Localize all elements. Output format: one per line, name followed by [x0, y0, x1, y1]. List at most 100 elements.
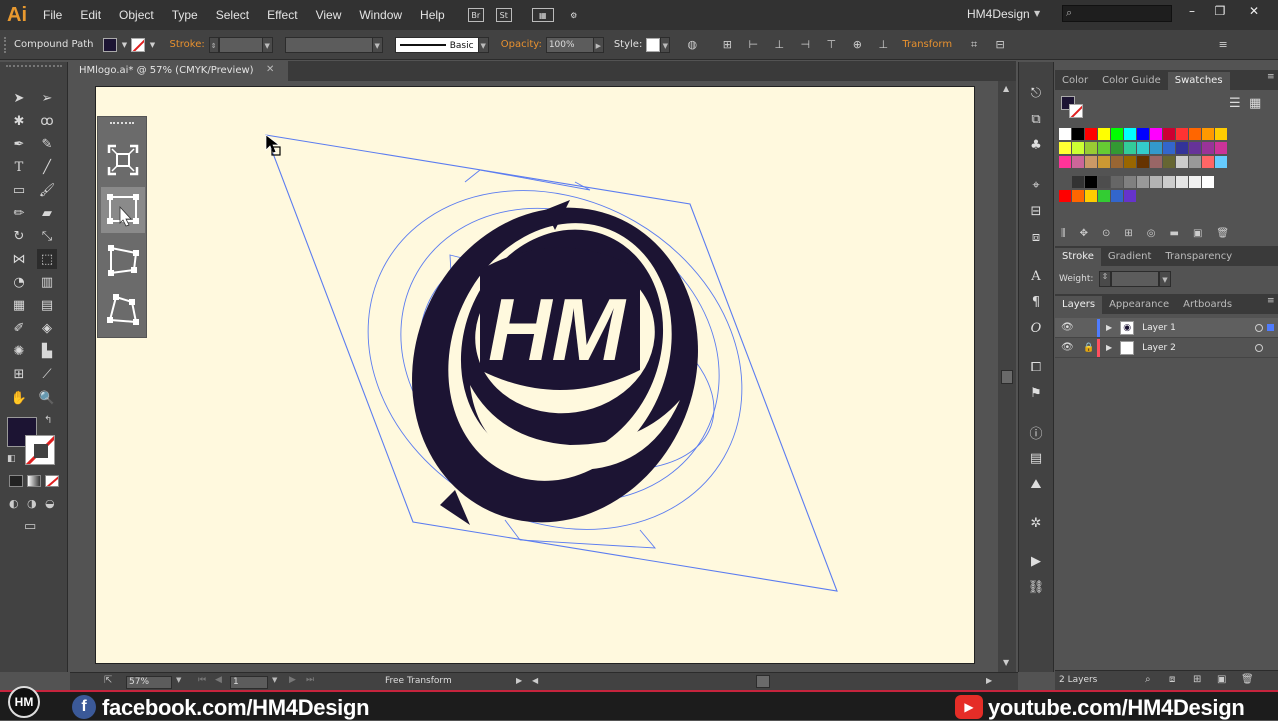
panel-menu-icon[interactable]: ≡: [1267, 72, 1275, 82]
tab-artboards[interactable]: Artboards: [1176, 296, 1239, 314]
panel-menu-icon[interactable]: ≡: [1215, 38, 1231, 52]
tab-swatches[interactable]: Swatches: [1167, 72, 1230, 90]
new-group-icon[interactable]: ▬: [1170, 228, 1179, 244]
libraries-icon[interactable]: ⧉: [1027, 110, 1045, 128]
color-swatch[interactable]: [1150, 156, 1162, 168]
pathfinder-icon[interactable]: ⧈: [1027, 228, 1045, 246]
color-swatch[interactable]: [1098, 142, 1110, 154]
color-swatch[interactable]: [1098, 128, 1110, 140]
color-swatch[interactable]: [1059, 156, 1071, 168]
color-swatch[interactable]: [1163, 128, 1175, 140]
color-swatch[interactable]: [1189, 142, 1201, 154]
color-swatch[interactable]: [1111, 128, 1123, 140]
tab-color-guide[interactable]: Color Guide: [1095, 72, 1168, 90]
visibility-eye-icon[interactable]: 👁: [1061, 322, 1075, 333]
chevron-down-icon[interactable]: ▼: [272, 676, 277, 684]
align-icon[interactable]: ⊟: [1027, 202, 1045, 220]
scroll-up-icon[interactable]: ▲: [1003, 84, 1009, 93]
free-transform-icon[interactable]: [101, 187, 145, 233]
color-swatch[interactable]: [1111, 176, 1123, 188]
zoom-level-field[interactable]: 57%: [126, 676, 172, 689]
color-swatch[interactable]: [1137, 142, 1149, 154]
constrain-icon[interactable]: [101, 137, 145, 183]
delete-swatch-icon[interactable]: 🗑: [1216, 228, 1229, 244]
color-swatch[interactable]: [1215, 156, 1227, 168]
color-swatch[interactable]: [1202, 128, 1214, 140]
tab-stroke[interactable]: Stroke: [1055, 248, 1101, 266]
color-swatch[interactable]: [1059, 190, 1071, 202]
target-icon[interactable]: [1255, 323, 1263, 332]
close-window-button[interactable]: ✕: [1245, 4, 1263, 18]
symbols-icon[interactable]: ♣: [1027, 136, 1045, 154]
layer-name[interactable]: Layer 1: [1142, 323, 1176, 333]
color-swatch[interactable]: [1189, 128, 1201, 140]
color-swatch[interactable]: [1163, 142, 1175, 154]
status-menu-icon[interactable]: ▶: [516, 676, 522, 685]
character-icon[interactable]: A: [1027, 267, 1045, 285]
weight-stepper[interactable]: ⇕: [1099, 271, 1111, 287]
tab-layers[interactable]: Layers: [1055, 296, 1103, 314]
color-swatch[interactable]: [1176, 176, 1188, 188]
perspective-distort-icon[interactable]: [101, 237, 145, 283]
swatches-grid[interactable]: [1059, 128, 1259, 212]
color-swatch[interactable]: [1137, 176, 1149, 188]
scroll-down-icon[interactable]: ▼: [1003, 658, 1009, 667]
tab-gradient[interactable]: Gradient: [1101, 248, 1159, 266]
target-icon[interactable]: [1255, 343, 1263, 352]
previous-artboard-icon[interactable]: ◀: [215, 675, 222, 685]
swatch-libraries-icon[interactable]: ⫼: [1061, 228, 1066, 244]
layer-row[interactable]: 👁 🔒 ▶ Layer 2: [1055, 338, 1278, 358]
color-swatch[interactable]: [1085, 190, 1097, 202]
color-swatch[interactable]: [1072, 142, 1084, 154]
artboard-number-field[interactable]: 1: [230, 676, 268, 689]
show-kinds-icon[interactable]: ✥: [1080, 228, 1088, 244]
visibility-eye-icon[interactable]: 👁: [1061, 342, 1075, 353]
chevron-down-icon[interactable]: ▼: [1034, 9, 1040, 18]
color-swatch[interactable]: [1085, 128, 1097, 140]
color-swatch[interactable]: [1098, 190, 1110, 202]
color-swatch[interactable]: [1150, 142, 1162, 154]
scroll-left-icon[interactable]: ◀: [532, 676, 538, 685]
assets-icon[interactable]: ⎋: [1027, 84, 1045, 102]
color-swatch[interactable]: [1124, 190, 1136, 202]
edit-artboard-icon[interactable]: ⇱: [104, 675, 112, 686]
color-swatch[interactable]: [1111, 156, 1123, 168]
paragraph-icon[interactable]: ¶: [1027, 293, 1045, 311]
tab-appearance[interactable]: Appearance: [1102, 296, 1176, 314]
panel-menu-icon[interactable]: ≡: [1267, 296, 1275, 306]
swatch-options-icon[interactable]: ⊙: [1102, 228, 1110, 244]
color-swatch[interactable]: [1176, 128, 1188, 140]
color-swatch[interactable]: [1215, 142, 1227, 154]
color-swatch[interactable]: [1176, 156, 1188, 168]
info-icon[interactable]: ⓘ: [1027, 423, 1045, 442]
horizontal-scroll-thumb[interactable]: [756, 675, 770, 688]
maximize-button[interactable]: ❐: [1211, 4, 1229, 18]
color-swatch[interactable]: [1072, 128, 1084, 140]
color-swatch[interactable]: [1176, 142, 1188, 154]
graphic-styles-icon[interactable]: ⧠: [1027, 358, 1045, 376]
color-swatch[interactable]: [1124, 156, 1136, 168]
minimize-button[interactable]: –: [1183, 4, 1201, 18]
color-swatch[interactable]: [1150, 176, 1162, 188]
free-distort-icon[interactable]: [101, 287, 145, 333]
search-input[interactable]: [1062, 5, 1172, 22]
color-group-icon[interactable]: ⊞: [1124, 228, 1132, 244]
logo-artwork[interactable]: HM: [0, 0, 1000, 680]
first-artboard-icon[interactable]: ⏮: [198, 675, 206, 685]
new-sublayer-icon[interactable]: ⊞: [1193, 674, 1201, 685]
vertical-scrollbar[interactable]: ▲ ▼: [998, 81, 1016, 673]
make-clipping-mask-icon[interactable]: ⧈: [1169, 674, 1175, 685]
color-swatch[interactable]: [1111, 190, 1123, 202]
expand-arrow-icon[interactable]: ▶: [1106, 323, 1112, 332]
tab-color[interactable]: Color: [1055, 72, 1095, 90]
chevron-down-icon[interactable]: ▼: [1159, 271, 1171, 287]
actions-icon[interactable]: ▶: [1027, 552, 1045, 570]
grid-view-icon[interactable]: ▦: [1249, 96, 1261, 111]
next-artboard-icon[interactable]: ▶: [289, 675, 296, 685]
color-swatch[interactable]: [1072, 176, 1084, 188]
last-artboard-icon[interactable]: ⏭: [306, 675, 314, 685]
scroll-right-icon[interactable]: ▶: [986, 676, 992, 685]
brushes-icon[interactable]: ⚑: [1027, 384, 1045, 402]
color-swatch[interactable]: [1124, 176, 1136, 188]
locate-object-icon[interactable]: ⌕: [1145, 674, 1151, 685]
